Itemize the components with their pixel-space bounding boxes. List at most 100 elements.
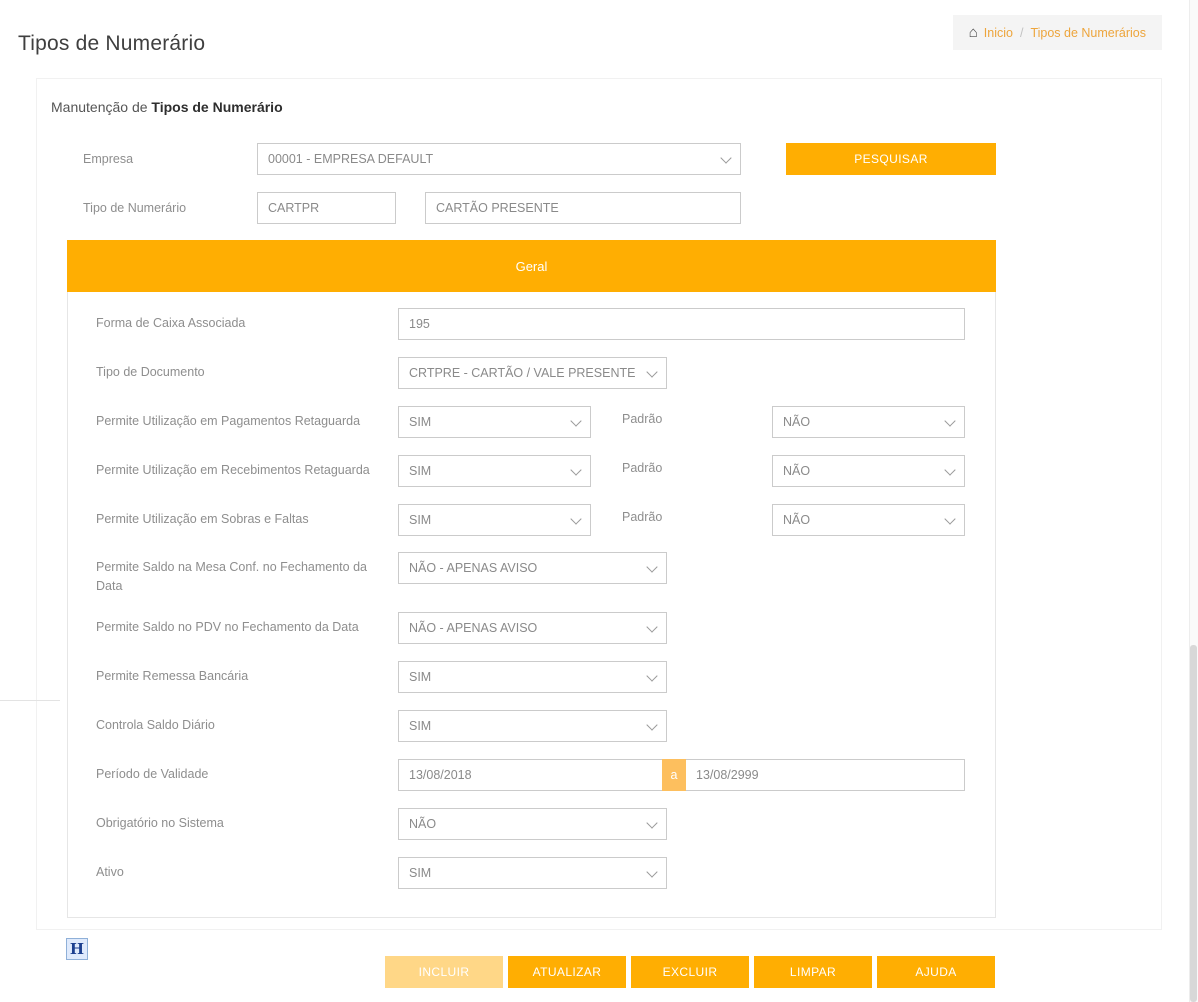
divider-line: [0, 700, 60, 701]
chevron-down-icon: [944, 513, 955, 524]
remessa-label: Permite Remessa Bancária: [96, 667, 376, 686]
atualizar-button[interactable]: ATUALIZAR: [508, 956, 626, 988]
footer-buttons: INCLUIR ATUALIZAR EXCLUIR LIMPAR AJUDA: [385, 956, 995, 988]
pagamentos-value: SIM: [409, 415, 431, 429]
tipo-documento-value: CRTPRE - CARTÃO / VALE PRESENTE: [409, 366, 635, 380]
pagamentos-label: Permite Utilização em Pagamentos Retagua…: [96, 412, 376, 431]
tipo-descricao-input[interactable]: CARTÃO PRESENTE: [425, 192, 741, 224]
periodo-label: Período de Validade: [96, 765, 376, 784]
field-row-controla-saldo: Controla Saldo Diário SIM: [68, 710, 995, 742]
controla-saldo-select[interactable]: SIM: [398, 710, 667, 742]
sobras-padrao-value: NÃO: [783, 513, 810, 527]
sobras-select[interactable]: SIM: [398, 504, 591, 536]
chevron-down-icon: [646, 817, 657, 828]
tipo-codigo-value: CARTPR: [268, 201, 319, 215]
obrigatorio-value: NÃO: [409, 817, 436, 831]
chevron-down-icon: [646, 719, 657, 730]
pagamentos-padrao-value: NÃO: [783, 415, 810, 429]
empresa-select-value: 00001 - EMPRESA DEFAULT: [268, 152, 433, 166]
field-row-saldo-mesa: Permite Saldo na Mesa Conf. no Fechament…: [68, 552, 995, 584]
field-row-pagamentos: Permite Utilização em Pagamentos Retagua…: [68, 406, 995, 438]
forma-caixa-value: 195: [409, 317, 430, 331]
tab-geral[interactable]: Geral: [67, 240, 996, 292]
pagamentos-padrao-select[interactable]: NÃO: [772, 406, 965, 438]
field-row-obrigatorio: Obrigatório no Sistema NÃO: [68, 808, 995, 840]
tab-geral-label: Geral: [516, 259, 548, 274]
obrigatorio-select[interactable]: NÃO: [398, 808, 667, 840]
limpar-button[interactable]: LIMPAR: [754, 956, 872, 988]
breadcrumb-separator: /: [1020, 26, 1023, 40]
ajuda-button[interactable]: AJUDA: [877, 956, 995, 988]
geral-fieldset: Forma de Caixa Associada 195 Tipo de Doc…: [67, 292, 996, 918]
chevron-down-icon: [570, 464, 581, 475]
field-row-sobras: Permite Utilização em Sobras e Faltas SI…: [68, 504, 995, 536]
forma-caixa-label: Forma de Caixa Associada: [96, 314, 376, 333]
chevron-down-icon: [646, 670, 657, 681]
periodo-separator: a: [662, 759, 686, 791]
ativo-select[interactable]: SIM: [398, 857, 667, 889]
field-row-periodo: Período de Validade 13/08/2018 a 13/08/2…: [68, 759, 995, 791]
ativo-label: Ativo: [96, 863, 376, 882]
chevron-down-icon: [944, 464, 955, 475]
periodo-fim-input[interactable]: 13/08/2999: [686, 759, 965, 791]
sobras-label: Permite Utilização em Sobras e Faltas: [96, 510, 376, 529]
empresa-label: Empresa: [83, 152, 133, 166]
saldo-mesa-value: NÃO - APENAS AVISO: [409, 561, 537, 575]
recebimentos-value: SIM: [409, 464, 431, 478]
panel-subtitle: Manutenção de Tipos de Numerário: [51, 99, 283, 115]
pagamentos-select[interactable]: SIM: [398, 406, 591, 438]
page-title: Tipos de Numerário: [18, 32, 205, 56]
sobras-value: SIM: [409, 513, 431, 527]
recebimentos-label: Permite Utilização em Recebimentos Retag…: [96, 461, 376, 480]
recebimentos-padrao-value: NÃO: [783, 464, 810, 478]
periodo-inicio-input[interactable]: 13/08/2018: [398, 759, 662, 791]
sobras-padrao-label: Padrão: [622, 510, 662, 524]
chevron-down-icon: [570, 513, 581, 524]
tipo-documento-label: Tipo de Documento: [96, 363, 376, 382]
saldo-mesa-label: Permite Saldo na Mesa Conf. no Fechament…: [96, 558, 376, 597]
recebimentos-select[interactable]: SIM: [398, 455, 591, 487]
chevron-down-icon: [646, 366, 657, 377]
breadcrumb: ⌂ Inicio / Tipos de Numerários: [953, 15, 1162, 50]
chevron-down-icon: [646, 621, 657, 632]
forma-caixa-input[interactable]: 195: [398, 308, 965, 340]
recebimentos-padrao-select[interactable]: NÃO: [772, 455, 965, 487]
saldo-mesa-select[interactable]: NÃO - APENAS AVISO: [398, 552, 667, 584]
sobras-padrao-select[interactable]: NÃO: [772, 504, 965, 536]
pesquisar-button[interactable]: PESQUISAR: [786, 143, 996, 175]
field-row-forma-caixa: Forma de Caixa Associada 195: [68, 308, 995, 340]
controla-saldo-label: Controla Saldo Diário: [96, 716, 376, 735]
breadcrumb-home-link[interactable]: Inicio: [984, 26, 1013, 40]
empresa-select[interactable]: 00001 - EMPRESA DEFAULT: [257, 143, 741, 175]
chevron-down-icon: [944, 415, 955, 426]
chevron-down-icon: [646, 866, 657, 877]
tipo-numerario-label: Tipo de Numerário: [83, 201, 186, 215]
home-icon[interactable]: ⌂: [969, 25, 978, 40]
main-panel: Manutenção de Tipos de Numerário Empresa…: [36, 78, 1162, 930]
subtitle-prefix: Manutenção de: [51, 99, 151, 115]
saldo-pdv-select[interactable]: NÃO - APENAS AVISO: [398, 612, 667, 644]
obrigatorio-label: Obrigatório no Sistema: [96, 814, 376, 833]
pagamentos-padrao-label: Padrão: [622, 412, 662, 426]
incluir-button[interactable]: INCLUIR: [385, 956, 503, 988]
h-icon[interactable]: H: [66, 938, 88, 960]
subtitle-bold: Tipos de Numerário: [151, 99, 282, 115]
breadcrumb-current[interactable]: Tipos de Numerários: [1030, 26, 1146, 40]
recebimentos-padrao-label: Padrão: [622, 461, 662, 475]
tipo-codigo-input[interactable]: CARTPR: [257, 192, 396, 224]
ativo-value: SIM: [409, 866, 431, 880]
screen: ⌂ Inicio / Tipos de Numerários Tipos de …: [0, 0, 1198, 1002]
periodo-fim-value: 13/08/2999: [696, 768, 759, 782]
chevron-down-icon: [720, 152, 731, 163]
chevron-down-icon: [570, 415, 581, 426]
excluir-button[interactable]: EXCLUIR: [631, 956, 749, 988]
tipo-documento-select[interactable]: CRTPRE - CARTÃO / VALE PRESENTE: [398, 357, 667, 389]
scrollbar-thumb[interactable]: [1190, 645, 1197, 1002]
scrollbar-track[interactable]: [1189, 0, 1198, 1002]
controla-saldo-value: SIM: [409, 719, 431, 733]
chevron-down-icon: [646, 561, 657, 572]
remessa-select[interactable]: SIM: [398, 661, 667, 693]
periodo-range: 13/08/2018 a 13/08/2999: [398, 759, 965, 791]
tipo-descricao-value: CARTÃO PRESENTE: [436, 201, 559, 215]
saldo-pdv-label: Permite Saldo no PDV no Fechamento da Da…: [96, 618, 376, 637]
